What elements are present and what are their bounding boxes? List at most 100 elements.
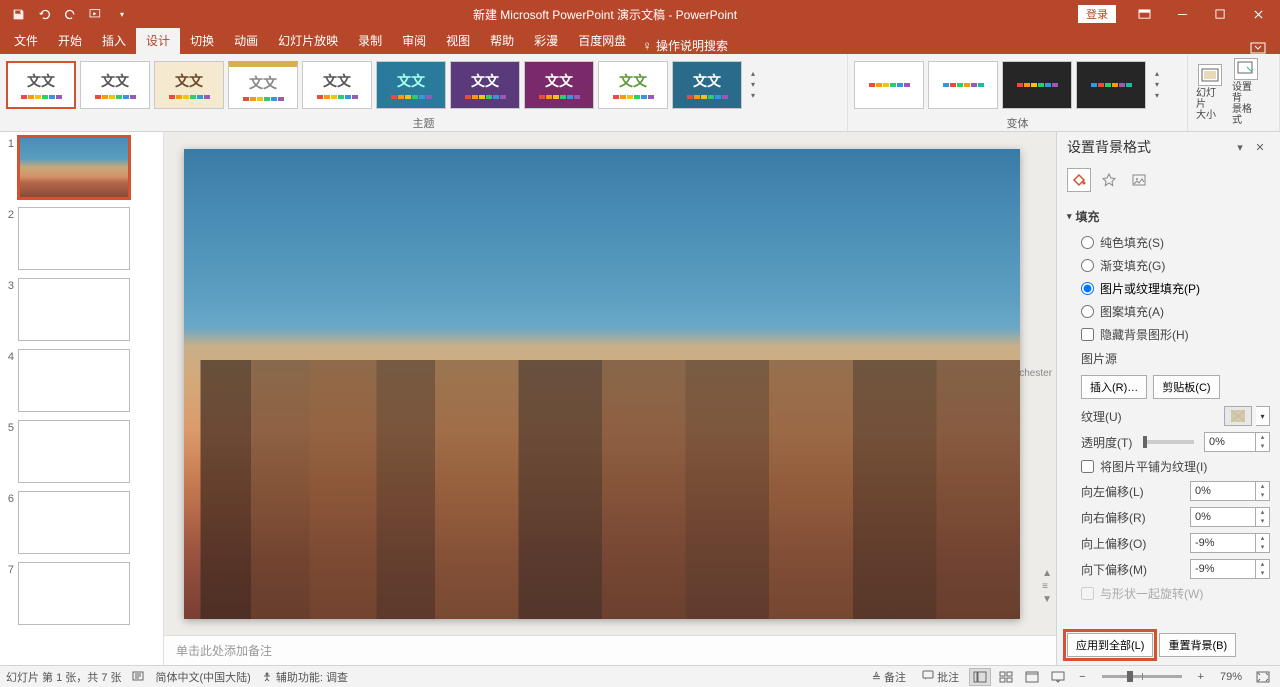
theme-thumb[interactable]: 文文 xyxy=(672,61,742,109)
document-title: 新建 Microsoft PowerPoint 演示文稿 - PowerPoin… xyxy=(132,6,1078,23)
offset-bottom-input[interactable]: -9%▴▾ xyxy=(1190,559,1270,579)
accessibility-checker[interactable]: 辅助功能: 调查 xyxy=(261,669,348,685)
texture-dropdown-icon[interactable]: ▾ xyxy=(1256,406,1270,426)
variant-thumb[interactable] xyxy=(1076,61,1146,109)
texture-field: 纹理(U) ▾ xyxy=(1081,403,1270,429)
hide-bg-checkbox[interactable]: 隐藏背景图形(H) xyxy=(1067,323,1270,346)
effects-tab-icon[interactable] xyxy=(1097,168,1121,192)
slide-canvas[interactable] xyxy=(184,149,1020,619)
slide-counter[interactable]: 幻灯片 第 1 张，共 7 张 xyxy=(6,669,122,685)
theme-thumb[interactable]: 文文 xyxy=(80,61,150,109)
slide-thumbnail[interactable] xyxy=(18,420,130,483)
slide-thumbnail[interactable] xyxy=(18,562,130,625)
tab-help[interactable]: 帮助 xyxy=(480,28,524,54)
theme-thumb[interactable]: 文文 xyxy=(302,61,372,109)
close-icon[interactable] xyxy=(1240,0,1276,28)
variants-more-icon[interactable]: ▴▾▾ xyxy=(1150,69,1164,100)
theme-thumb[interactable]: 文文 xyxy=(376,61,446,109)
tab-view[interactable]: 视图 xyxy=(436,28,480,54)
solid-fill-radio[interactable]: 纯色填充(S) xyxy=(1067,231,1270,254)
zoom-level[interactable]: 79% xyxy=(1214,669,1248,685)
maximize-icon[interactable] xyxy=(1202,0,1238,28)
tab-record[interactable]: 录制 xyxy=(348,28,392,54)
insert-picture-button[interactable]: 插入(R)… xyxy=(1081,375,1147,399)
offset-left-input[interactable]: 0%▴▾ xyxy=(1190,481,1270,501)
language-label[interactable]: 简体中文(中国大陆) xyxy=(156,669,251,685)
tell-me-search[interactable]: ♀ 操作说明搜索 xyxy=(642,37,728,54)
pane-options-icon[interactable]: ▾ xyxy=(1230,141,1250,154)
normal-view-icon[interactable] xyxy=(969,668,991,686)
save-icon[interactable] xyxy=(8,4,28,24)
slide-thumbnail[interactable] xyxy=(18,207,130,270)
fill-tab-icon[interactable] xyxy=(1067,168,1091,192)
redo-icon[interactable] xyxy=(60,4,80,24)
tile-checkbox[interactable]: 将图片平铺为纹理(I) xyxy=(1081,455,1270,478)
collapse-ribbon-icon[interactable] xyxy=(1250,42,1276,54)
theme-thumb[interactable]: 文文 xyxy=(598,61,668,109)
clipboard-button[interactable]: 剪贴板(C) xyxy=(1153,375,1219,399)
fit-to-window-icon[interactable] xyxy=(1252,668,1274,686)
fill-section-header[interactable]: ▾ 填充 xyxy=(1067,202,1270,231)
slide-size-button[interactable]: 幻灯片 大小 xyxy=(1192,62,1228,123)
apply-to-all-button[interactable]: 应用到全部(L) xyxy=(1067,633,1153,657)
comments-toggle[interactable]: 批注 xyxy=(916,667,965,687)
ribbon-display-icon[interactable] xyxy=(1126,0,1162,28)
slide-thumbnail[interactable] xyxy=(18,136,130,199)
undo-icon[interactable] xyxy=(34,4,54,24)
tab-transitions[interactable]: 切换 xyxy=(180,28,224,54)
slide-thumbnail[interactable] xyxy=(18,491,130,554)
zoom-slider[interactable] xyxy=(1102,675,1182,678)
theme-thumb[interactable]: 文文 xyxy=(154,61,224,109)
slide-thumbnail[interactable] xyxy=(18,278,130,341)
tab-file[interactable]: 文件 xyxy=(4,28,48,54)
picture-tab-icon[interactable] xyxy=(1127,168,1151,192)
reading-view-icon[interactable] xyxy=(1021,668,1043,686)
transparency-slider[interactable] xyxy=(1143,440,1195,444)
gradient-fill-radio[interactable]: 渐变填充(G) xyxy=(1067,254,1270,277)
variant-thumb[interactable] xyxy=(928,61,998,109)
reset-background-button[interactable]: 重置背景(B) xyxy=(1159,633,1236,657)
transparency-input[interactable]: 0%▴▾ xyxy=(1204,432,1270,452)
tab-home[interactable]: 开始 xyxy=(48,28,92,54)
qat-dropdown-icon[interactable]: ▾ xyxy=(112,4,132,24)
tab-caiwei[interactable]: 彩漫 xyxy=(524,28,568,54)
variant-thumb[interactable] xyxy=(1002,61,1072,109)
picture-fill-radio[interactable]: 图片或纹理填充(P) xyxy=(1067,277,1270,300)
zoom-in-icon[interactable]: + xyxy=(1192,669,1210,685)
status-bar: 幻灯片 第 1 张，共 7 张 简体中文(中国大陆) 辅助功能: 调查 ≜ 备注… xyxy=(0,665,1280,687)
tab-slideshow[interactable]: 幻灯片放映 xyxy=(268,28,348,54)
theme-thumb[interactable]: 文文 xyxy=(450,61,520,109)
slideshow-view-icon[interactable] xyxy=(1047,668,1069,686)
pattern-fill-radio[interactable]: 图案填充(A) xyxy=(1067,300,1270,323)
next-slide-icon[interactable]: ▼ xyxy=(1042,594,1052,605)
themes-more-icon[interactable]: ▴▾▾ xyxy=(746,69,760,100)
variant-thumb[interactable] xyxy=(854,61,924,109)
zoom-out-icon[interactable]: − xyxy=(1073,669,1091,685)
texture-picker-icon[interactable] xyxy=(1224,406,1252,426)
tab-animations[interactable]: 动画 xyxy=(224,28,268,54)
slide-thumbnail[interactable] xyxy=(18,349,130,412)
prev-slide-icon[interactable]: ▲ xyxy=(1042,568,1052,579)
tab-review[interactable]: 审阅 xyxy=(392,28,436,54)
spellcheck-icon[interactable] xyxy=(132,671,146,683)
sorter-view-icon[interactable] xyxy=(995,668,1017,686)
format-background-button[interactable]: 设置背 景格式 xyxy=(1228,56,1264,128)
theme-thumb[interactable]: 文文 xyxy=(228,61,298,109)
fit-slide-icon[interactable]: ≡ xyxy=(1042,581,1052,592)
login-button[interactable]: 登录 xyxy=(1078,5,1116,23)
notes-placeholder[interactable]: 单击此处添加备注 xyxy=(164,635,1056,665)
slide-thumbnails-panel[interactable]: 1234567 xyxy=(0,132,164,665)
minimize-icon[interactable] xyxy=(1164,0,1200,28)
tab-design[interactable]: 设计 xyxy=(136,28,180,54)
notes-toggle[interactable]: ≜ 备注 xyxy=(866,667,912,687)
tab-insert[interactable]: 插入 xyxy=(92,28,136,54)
variants-gallery: ▴▾▾ xyxy=(848,54,1187,115)
format-background-pane: 设置背景格式 ▾ ✕ ▾ 填充 纯色填充(S) 渐变填充(G) 图片或纹理填充(… xyxy=(1056,132,1280,665)
theme-thumb[interactable]: 文文 xyxy=(524,61,594,109)
theme-thumb[interactable]: 文文 xyxy=(6,61,76,109)
offset-right-input[interactable]: 0%▴▾ xyxy=(1190,507,1270,527)
start-from-beginning-icon[interactable] xyxy=(86,4,106,24)
offset-top-input[interactable]: -9%▴▾ xyxy=(1190,533,1270,553)
tab-baidu[interactable]: 百度网盘 xyxy=(568,28,636,54)
pane-close-icon[interactable]: ✕ xyxy=(1250,141,1270,154)
